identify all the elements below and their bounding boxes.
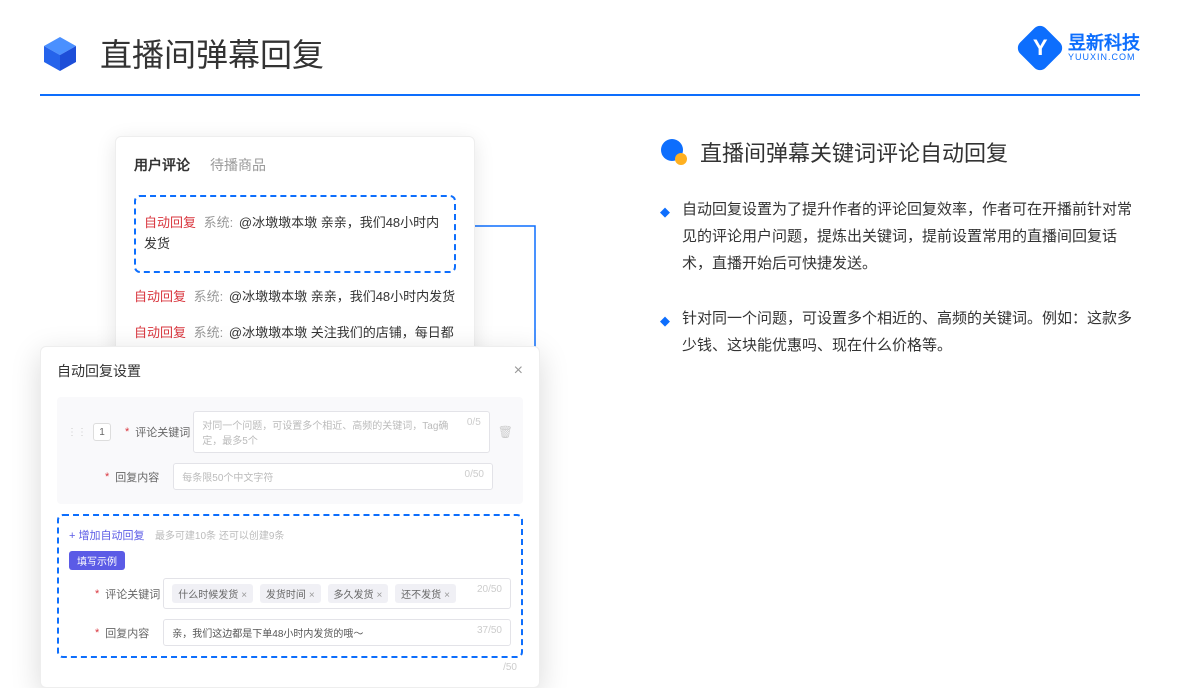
tab-pending-goods[interactable]: 待播商品 <box>210 155 266 179</box>
logo-text-en: YUUXIN.COM <box>1068 52 1140 62</box>
drag-handle-icon[interactable]: ⋮⋮ <box>67 427 87 438</box>
example-keyword-input[interactable]: 什么时候发货 发货时间 多久发货 还不发货 20/50 <box>163 578 511 609</box>
tab-user-comments[interactable]: 用户评论 <box>134 155 190 179</box>
logo-text-cn: 昱新科技 <box>1068 34 1140 52</box>
keyword-tag[interactable]: 多久发货 <box>328 584 389 603</box>
auto-reply-tag: 自动回复 <box>144 215 196 230</box>
highlighted-comment: 自动回复 系统: @冰墩墩本墩 亲亲，我们48小时内发货 <box>134 195 456 273</box>
content-input[interactable]: 每条限50个中文字符 0/50 <box>173 463 493 490</box>
close-icon[interactable]: × <box>514 362 523 380</box>
add-hint-text: 最多可建10条 还可以创建9条 <box>155 531 284 542</box>
keyword-input[interactable]: 对同一个问题，可设置多个相近、高频的关键词，Tag确定，最多5个 0/5 <box>193 411 489 453</box>
system-tag: 系统: <box>204 215 234 230</box>
keyword-field-label: 评论关键词 <box>135 424 193 440</box>
comment-row: 自动回复 系统: @冰墩墩本墩 亲亲，我们48小时内发货 <box>134 279 456 316</box>
order-number: 1 <box>93 423 111 441</box>
keyword-tag[interactable]: 什么时候发货 <box>172 584 253 603</box>
bullet-item: ◆ 自动回复设置为了提升作者的评论回复效率，作者可在开播前针对常见的评论用户问题… <box>660 196 1140 277</box>
modal-title: 自动回复设置 <box>57 361 141 381</box>
example-badge: 填写示例 <box>69 551 125 570</box>
auto-reply-settings-modal: 自动回复设置 × ⋮⋮ 1 * 评论关键词 对同一个问题，可设置多个相近、高频的… <box>40 346 540 688</box>
required-star-icon: * <box>105 471 109 483</box>
content-field-label: 回复内容 <box>115 469 173 485</box>
brand-logo: Y 昱新科技 YUUXIN.COM <box>1022 30 1140 66</box>
example-content-input[interactable]: 亲，我们这边都是下单48小时内发货的哦～ 37/50 <box>163 619 511 646</box>
reply-form-block: ⋮⋮ 1 * 评论关键词 对同一个问题，可设置多个相近、高频的关键词，Tag确定… <box>57 397 523 504</box>
chat-bubble-icon <box>660 138 688 166</box>
logo-icon: Y <box>1015 23 1066 74</box>
page-title: 直播间弹幕回复 <box>100 30 324 76</box>
cube-icon <box>40 33 80 73</box>
section-title: 直播间弹幕关键词评论自动回复 <box>700 136 1008 168</box>
tab-bar: 用户评论 待播商品 <box>134 155 456 179</box>
page-header: 直播间弹幕回复 <box>0 0 1180 76</box>
screenshot-stack: 用户评论 待播商品 自动回复 系统: @冰墩墩本墩 亲亲，我们48小时内发货 自… <box>40 136 570 616</box>
add-auto-reply-link[interactable]: + 增加自动回复 <box>69 527 144 543</box>
example-highlight-box: + 增加自动回复 最多可建10条 还可以创建9条 填写示例 * 评论关键词 什么… <box>57 514 523 658</box>
bullet-item: ◆ 针对同一个问题，可设置多个相近的、高频的关键词。例如：这款多少钱、这块能优惠… <box>660 305 1140 359</box>
footer-count: /50 <box>57 658 523 673</box>
keyword-tag[interactable]: 还不发货 <box>395 584 456 603</box>
required-star-icon: * <box>125 426 129 438</box>
diamond-icon: ◆ <box>660 200 670 277</box>
description-column: 直播间弹幕关键词评论自动回复 ◆ 自动回复设置为了提升作者的评论回复效率，作者可… <box>570 136 1140 616</box>
delete-icon[interactable]: 🗑 <box>498 425 513 439</box>
keyword-tag[interactable]: 发货时间 <box>260 584 321 603</box>
diamond-icon: ◆ <box>660 309 670 359</box>
